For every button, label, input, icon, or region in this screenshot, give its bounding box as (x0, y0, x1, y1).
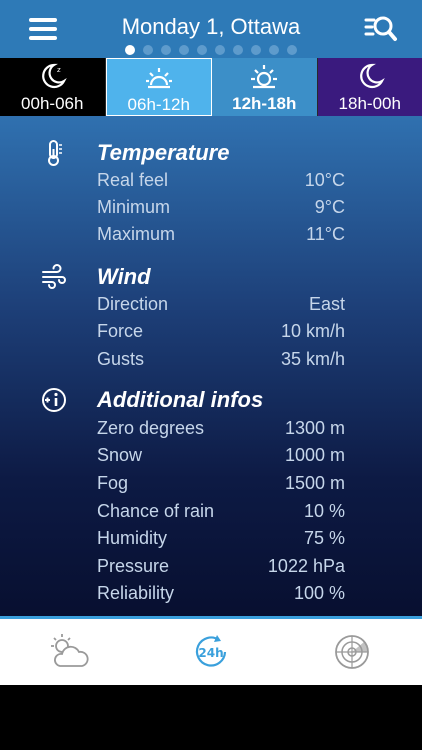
radar-icon (334, 635, 369, 669)
data-row: Minimum 9°C (97, 197, 345, 221)
data-row: Fog 1500 m (97, 473, 345, 497)
data-row: Force 10 km/h (97, 321, 345, 345)
row-value: 100 % (293, 583, 345, 603)
nav-forecast-button[interactable] (0, 619, 141, 685)
row-label: Minimum (97, 197, 171, 217)
data-row: Real feel 10°C (97, 170, 345, 194)
row-label: Pressure (97, 556, 170, 576)
section-title: Additional infos (97, 387, 264, 412)
row-value: 10 km/h (280, 321, 345, 341)
row-value: 1300 m (284, 418, 345, 438)
section-title: Wind (97, 264, 151, 289)
wind-icon (42, 264, 66, 289)
data-row: Gusts 35 km/h (97, 349, 345, 373)
row-value: 10 % (303, 501, 345, 521)
tab-label: 00h-06h (21, 94, 84, 113)
page-dot[interactable] (269, 45, 279, 55)
row-label: Zero degrees (97, 418, 205, 438)
row-value: East (308, 294, 345, 314)
row-label: Snow (97, 445, 143, 465)
search-list-button[interactable] (364, 14, 398, 44)
row-value: 35 km/h (280, 349, 345, 369)
data-row: Maximum 11°C (97, 224, 345, 248)
row-value: 9°C (314, 197, 345, 217)
row-value: 75 % (303, 528, 345, 548)
bottom-nav: 24h (0, 616, 422, 685)
data-row: Zero degrees 1300 m (97, 418, 345, 442)
page-indicator[interactable] (0, 45, 422, 55)
tab-label: 18h-00h (338, 94, 401, 113)
row-label: Maximum (97, 224, 176, 244)
data-row: Reliability 100 % (97, 583, 345, 607)
row-label: Humidity (97, 528, 168, 548)
menu-icon-line (29, 27, 57, 31)
page-dot[interactable] (179, 45, 189, 55)
thermometer-icon (48, 140, 62, 166)
tab-label: 12h-18h (232, 94, 297, 113)
row-value: 1500 m (284, 473, 345, 493)
tab-18h-00h[interactable]: 18h-00h (317, 58, 422, 116)
weather-cloud-sun-icon (51, 634, 89, 667)
moon-icon (359, 63, 385, 89)
section-title: Temperature (97, 140, 230, 165)
tab-00h-06h[interactable]: z 00h-06h (0, 58, 106, 116)
data-row: Pressure 1022 hPa (97, 556, 345, 580)
svg-text:24h: 24h (198, 646, 223, 660)
row-value: 1022 hPa (267, 556, 345, 576)
row-label: Direction (97, 294, 169, 314)
menu-button[interactable] (29, 18, 57, 40)
moon-icon: z (42, 63, 68, 89)
row-value: 1000 m (284, 445, 345, 465)
sun-icon (145, 68, 172, 89)
page-dot[interactable] (233, 45, 243, 55)
page-dot-active[interactable] (125, 45, 135, 55)
data-row: Snow 1000 m (97, 445, 345, 469)
nav-radar-button[interactable] (281, 619, 422, 685)
row-label: Force (97, 321, 144, 341)
nav-24h-button[interactable]: 24h (141, 619, 282, 685)
page-dot[interactable] (197, 45, 207, 55)
search-icon (364, 16, 397, 41)
screen: Monday 1, Ottawa z 00h-06h 06h-12h 12h-1… (0, 0, 422, 685)
page-dot[interactable] (251, 45, 261, 55)
data-row: Direction East (97, 294, 345, 318)
24h-forecast-icon: 24h (195, 635, 227, 667)
row-label: Chance of rain (97, 501, 215, 521)
menu-icon-line (29, 18, 57, 22)
svg-text:z: z (57, 66, 61, 74)
tab-06h-12h[interactable]: 06h-12h (105, 58, 212, 116)
row-label: Reliability (97, 583, 175, 603)
info-icon (42, 388, 66, 412)
data-row: Chance of rain 10 % (97, 501, 345, 525)
sun-icon (251, 65, 278, 89)
row-value: 10°C (304, 170, 345, 190)
row-label: Fog (97, 473, 129, 493)
row-label: Gusts (97, 349, 145, 369)
row-value: 11°C (306, 224, 345, 244)
page-dot[interactable] (143, 45, 153, 55)
page-dot[interactable] (161, 45, 171, 55)
header-bar: Monday 1, Ottawa (0, 0, 422, 58)
page-dot[interactable] (287, 45, 297, 55)
data-row: Humidity 75 % (97, 528, 345, 552)
page-dot[interactable] (215, 45, 225, 55)
tab-12h-18h[interactable]: 12h-18h (212, 58, 318, 116)
tab-label: 06h-12h (127, 95, 190, 114)
time-period-tabs: z 00h-06h 06h-12h 12h-18h 18h-00h (0, 58, 422, 116)
row-label: Real feel (97, 170, 169, 190)
page-title: Monday 1, Ottawa (121, 14, 301, 39)
menu-icon-line (29, 36, 57, 40)
